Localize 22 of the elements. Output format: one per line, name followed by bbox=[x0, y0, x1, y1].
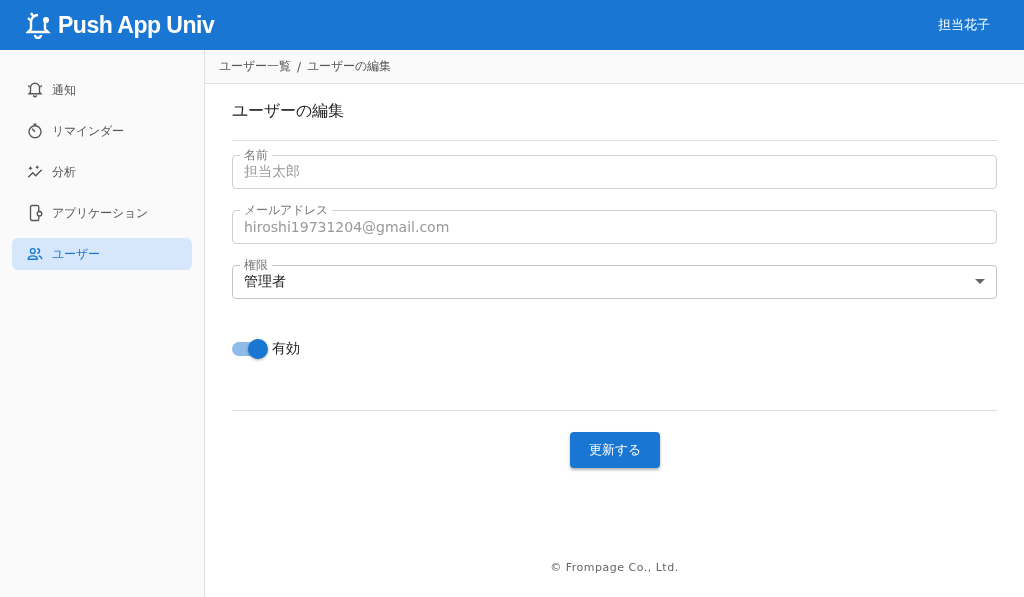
field-label: メールアドレス bbox=[240, 203, 332, 217]
breadcrumb-link[interactable]: ユーザー一覧 bbox=[219, 58, 291, 75]
user-name[interactable]: 担当花子 bbox=[938, 16, 990, 34]
timer-icon bbox=[26, 122, 44, 140]
submit-button[interactable]: 更新する bbox=[569, 432, 660, 468]
sidebar-item[interactable]: 分析 bbox=[12, 156, 192, 188]
sidebar-item[interactable]: 通知 bbox=[12, 74, 192, 106]
people-icon bbox=[26, 245, 44, 263]
bell-icon bbox=[26, 11, 52, 39]
field-label: 名前 bbox=[240, 148, 272, 162]
sidebar-item[interactable]: リマインダー bbox=[12, 115, 192, 147]
page-title: ユーザーの編集 bbox=[232, 101, 345, 122]
copyright: © Frompage Co., Ltd. bbox=[549, 561, 680, 574]
caret-icon bbox=[975, 279, 985, 285]
field-label: 権限 bbox=[240, 258, 272, 272]
sidebar-item[interactable]: ユーザー bbox=[12, 238, 192, 270]
app-title: Push App Univ bbox=[58, 11, 215, 39]
switch-label: 有効 bbox=[272, 340, 300, 358]
bell-icon bbox=[26, 81, 44, 99]
breadcrumb-link[interactable]: ユーザーの編集 bbox=[307, 58, 392, 75]
breadcrumb-separator: / bbox=[297, 59, 302, 74]
sidebar-item[interactable]: アプリケーション bbox=[12, 197, 192, 229]
